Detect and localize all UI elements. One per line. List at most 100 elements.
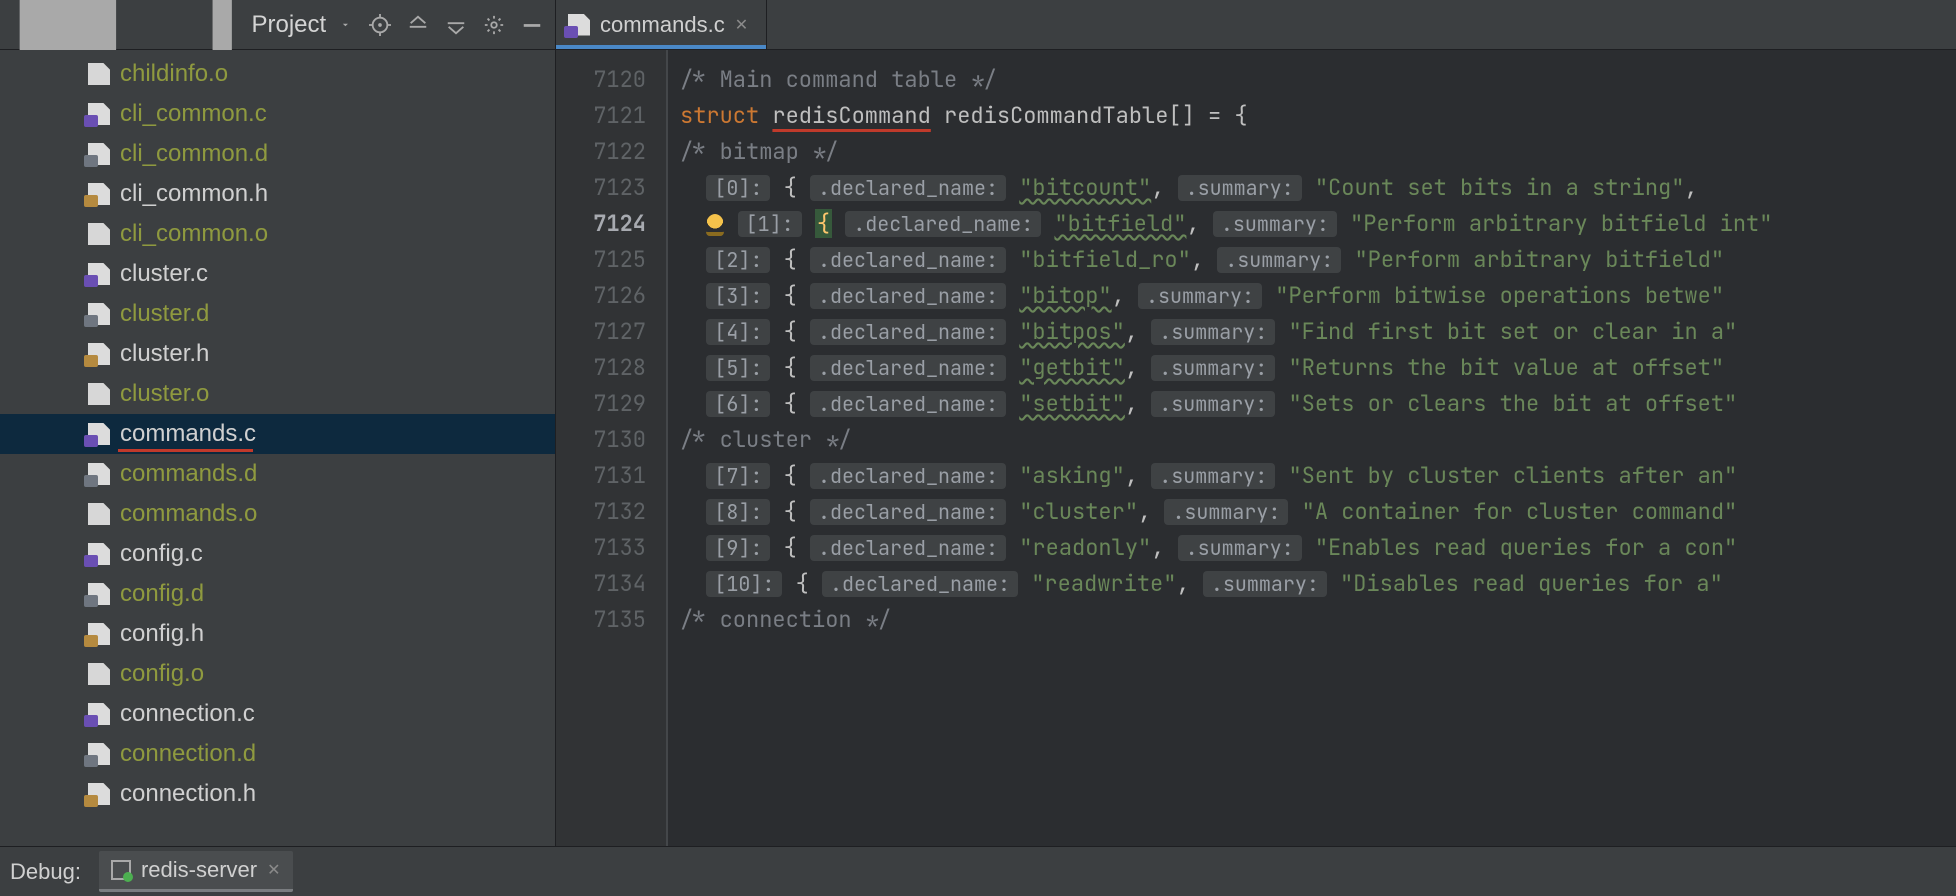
project-dropdown-icon[interactable] xyxy=(342,17,349,33)
c-file-icon xyxy=(88,263,110,285)
tree-item-label: config.d xyxy=(120,580,204,608)
project-tree[interactable]: childinfo.ocli_common.ccli_common.dcli_c… xyxy=(0,50,556,846)
line-number: 7129 xyxy=(556,386,666,422)
line-number: 7124 xyxy=(556,206,666,242)
o-file-icon xyxy=(88,223,110,245)
tree-item[interactable]: cli_common.c xyxy=(0,94,555,134)
h-file-icon xyxy=(88,183,110,205)
code-line[interactable]: [5]: { .declared_name: "getbit", .summar… xyxy=(668,350,1956,386)
tree-item[interactable]: connection.h xyxy=(0,774,555,814)
editor-tabs-bar: commands.c ✕ xyxy=(556,0,1956,49)
debug-tool-window-bar: Debug: redis-server ✕ xyxy=(0,846,1956,896)
project-tool-window-title[interactable]: Project xyxy=(252,11,327,39)
code-line[interactable]: [4]: { .declared_name: "bitpos", .summar… xyxy=(668,314,1956,350)
tree-item-label: cluster.h xyxy=(120,340,209,368)
c-file-icon xyxy=(88,103,110,125)
tree-item[interactable]: childinfo.o xyxy=(0,54,555,94)
intention-bulb-icon[interactable] xyxy=(706,214,724,236)
tree-item-label: config.o xyxy=(120,660,204,688)
code-line[interactable]: /* cluster */ xyxy=(668,422,1956,458)
debug-session-name: redis-server xyxy=(141,857,257,883)
tree-item-label: commands.d xyxy=(120,460,257,488)
d-file-icon xyxy=(88,143,110,165)
tree-item-label: connection.d xyxy=(120,740,256,768)
tree-item-label: cluster.o xyxy=(120,380,209,408)
locate-icon[interactable] xyxy=(369,14,391,36)
line-number: 7128 xyxy=(556,350,666,386)
d-file-icon xyxy=(88,743,110,765)
code-line[interactable]: [0]: { .declared_name: "bitcount", .summ… xyxy=(668,170,1956,206)
o-file-icon xyxy=(88,663,110,685)
tree-item[interactable]: cluster.c xyxy=(0,254,555,294)
debug-session-tab[interactable]: redis-server ✕ xyxy=(99,851,293,892)
h-file-icon xyxy=(88,343,110,365)
tree-item[interactable]: commands.o xyxy=(0,494,555,534)
tree-item-label: config.c xyxy=(120,540,203,568)
tree-item[interactable]: connection.c xyxy=(0,694,555,734)
code-line[interactable]: struct redisCommand redisCommandTable[] … xyxy=(668,98,1956,134)
line-number: 7132 xyxy=(556,494,666,530)
collapse-all-icon[interactable] xyxy=(445,14,467,36)
code-area[interactable]: /* Main command table */struct redisComm… xyxy=(668,50,1956,846)
code-line[interactable]: /* connection */ xyxy=(668,602,1956,638)
hide-icon[interactable] xyxy=(521,14,543,36)
c-file-icon xyxy=(568,14,590,36)
line-number: 7134 xyxy=(556,566,666,602)
tab-commands-c[interactable]: commands.c ✕ xyxy=(556,0,767,49)
code-line[interactable]: [1]: { .declared_name: "bitfield", .summ… xyxy=(668,206,1956,242)
tree-item-label: cluster.c xyxy=(120,260,208,288)
code-line[interactable]: [9]: { .declared_name: "readonly", .summ… xyxy=(668,530,1956,566)
o-file-icon xyxy=(88,383,110,405)
o-file-icon xyxy=(88,503,110,525)
code-line[interactable]: /* Main command table */ xyxy=(668,62,1956,98)
close-tab-icon[interactable]: ✕ xyxy=(735,15,748,35)
tree-item-label: cluster.d xyxy=(120,300,209,328)
tree-item[interactable]: cli_common.d xyxy=(0,134,555,174)
tree-item[interactable]: cli_common.h xyxy=(0,174,555,214)
d-file-icon xyxy=(88,463,110,485)
tree-item[interactable]: config.o xyxy=(0,654,555,694)
d-file-icon xyxy=(88,303,110,325)
tree-item-label: connection.h xyxy=(120,780,256,808)
settings-icon[interactable] xyxy=(483,14,505,36)
code-line[interactable]: [7]: { .declared_name: "asking", .summar… xyxy=(668,458,1956,494)
code-editor[interactable]: 7120712171227123712471257126712771287129… xyxy=(556,50,1956,846)
run-config-icon xyxy=(111,860,131,880)
highlight-underline xyxy=(118,449,253,452)
line-number: 7131 xyxy=(556,458,666,494)
expand-all-icon[interactable] xyxy=(407,14,429,36)
tree-item-label: cli_common.o xyxy=(120,220,268,248)
code-line[interactable]: /* bitmap */ xyxy=(668,134,1956,170)
tree-item[interactable]: cluster.d xyxy=(0,294,555,334)
tree-item-label: config.h xyxy=(120,620,204,648)
line-number: 7122 xyxy=(556,134,666,170)
tree-item[interactable]: config.c xyxy=(0,534,555,574)
code-line[interactable]: [10]: { .declared_name: "readwrite", .su… xyxy=(668,566,1956,602)
tree-item[interactable]: cli_common.o xyxy=(0,214,555,254)
line-number: 7130 xyxy=(556,422,666,458)
tree-item[interactable]: cluster.o xyxy=(0,374,555,414)
line-number: 7123 xyxy=(556,170,666,206)
tree-item[interactable]: connection.d xyxy=(0,734,555,774)
tree-item[interactable]: commands.d xyxy=(0,454,555,494)
line-number: 7135 xyxy=(556,602,666,638)
project-tool-window-header: Project xyxy=(0,0,556,49)
tree-item[interactable]: cluster.h xyxy=(0,334,555,374)
line-number: 7127 xyxy=(556,314,666,350)
tree-item[interactable]: config.h xyxy=(0,614,555,654)
code-line[interactable]: [3]: { .declared_name: "bitop", .summary… xyxy=(668,278,1956,314)
c-file-icon xyxy=(88,703,110,725)
o-file-icon xyxy=(88,63,110,85)
code-line[interactable]: [2]: { .declared_name: "bitfield_ro", .s… xyxy=(668,242,1956,278)
line-number: 7126 xyxy=(556,278,666,314)
line-number: 7121 xyxy=(556,98,666,134)
code-line[interactable]: [6]: { .declared_name: "setbit", .summar… xyxy=(668,386,1956,422)
d-file-icon xyxy=(88,583,110,605)
c-file-icon xyxy=(88,423,110,445)
tree-item-label: cli_common.c xyxy=(120,100,267,128)
code-line[interactable]: [8]: { .declared_name: "cluster", .summa… xyxy=(668,494,1956,530)
close-debug-tab-icon[interactable]: ✕ xyxy=(267,860,280,880)
debug-label[interactable]: Debug: xyxy=(10,859,81,885)
tree-item[interactable]: commands.c xyxy=(0,414,555,454)
tree-item[interactable]: config.d xyxy=(0,574,555,614)
